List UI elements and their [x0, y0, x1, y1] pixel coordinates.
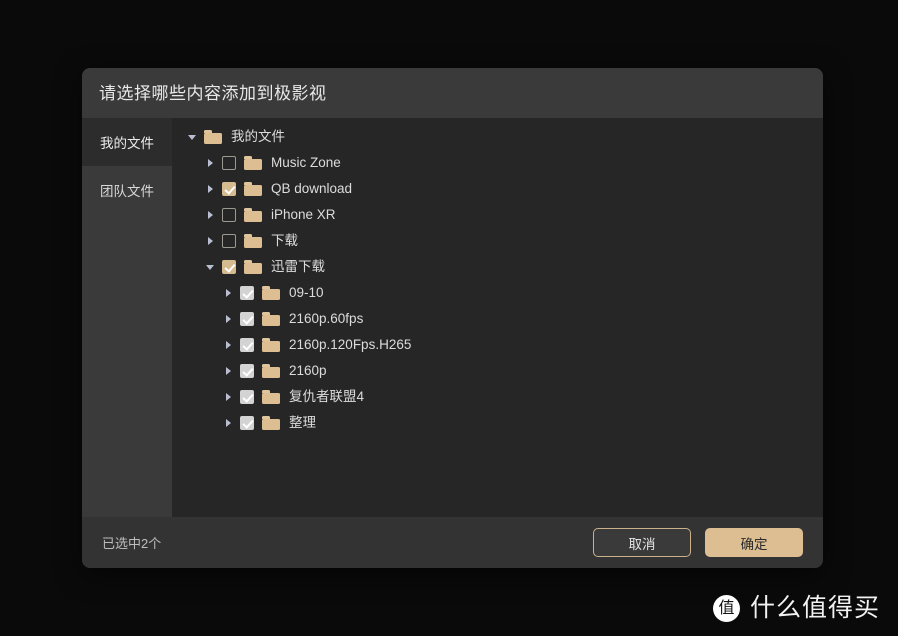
watermark: 值 什么值得买 — [712, 594, 880, 622]
chevron-right-icon[interactable] — [220, 415, 236, 431]
tree-item-label: 2160p.60fps — [289, 311, 364, 327]
folder-icon — [262, 390, 280, 404]
tree-row[interactable]: 我的文件 — [172, 124, 823, 150]
add-content-dialog: 请选择哪些内容添加到极影视 我的文件 团队文件 我的文件 Music Zone QB… — [82, 68, 823, 568]
sidebar-item-my-files[interactable]: 我的文件 — [82, 118, 172, 166]
folder-icon — [262, 312, 280, 326]
page-title: 请选择哪些内容添加到极影视 — [99, 83, 327, 103]
tree-row[interactable]: 复仇者联盟4 — [172, 384, 823, 410]
tree-item-label: 整理 — [289, 415, 316, 431]
folder-icon — [262, 416, 280, 430]
folder-icon — [244, 260, 262, 274]
tree-item-label: 09-10 — [289, 285, 324, 301]
tree-row[interactable]: 下载 — [172, 228, 823, 254]
checkbox[interactable] — [240, 312, 254, 326]
tree-row[interactable]: 迅雷下载 — [172, 254, 823, 280]
checkbox[interactable] — [222, 208, 236, 222]
tree-row[interactable]: QB download — [172, 176, 823, 202]
tree-item-label: 迅雷下载 — [271, 259, 325, 275]
checkbox[interactable] — [240, 286, 254, 300]
dialog-footer: 已选中2个 取消 确定 — [82, 517, 823, 568]
sidebar-item-label: 团队文件 — [100, 184, 154, 199]
chevron-down-icon[interactable] — [202, 259, 218, 275]
chevron-right-icon[interactable] — [220, 285, 236, 301]
tree-row[interactable]: 2160p.60fps — [172, 306, 823, 332]
tree-row[interactable]: 09-10 — [172, 280, 823, 306]
tree-item-label: 2160p — [289, 363, 327, 379]
selected-count-label: 已选中2个 — [102, 536, 162, 551]
chevron-right-icon[interactable] — [220, 311, 236, 327]
chevron-right-icon[interactable] — [202, 233, 218, 249]
tree-item-label: Music Zone — [271, 155, 341, 171]
folder-icon — [262, 286, 280, 300]
sidebar-item-label: 我的文件 — [100, 136, 154, 151]
tree-row[interactable]: 2160p — [172, 358, 823, 384]
cancel-button[interactable]: 取消 — [593, 528, 691, 557]
checkbox[interactable] — [222, 234, 236, 248]
tree-item-label: 2160p.120Fps.H265 — [289, 337, 412, 353]
checkbox[interactable] — [222, 182, 236, 196]
tree-item-label: 复仇者联盟4 — [289, 389, 365, 405]
tree-row[interactable]: iPhone XR — [172, 202, 823, 228]
confirm-button[interactable]: 确定 — [705, 528, 803, 557]
chevron-right-icon[interactable] — [202, 155, 218, 171]
checkbox[interactable] — [240, 364, 254, 378]
folder-icon — [244, 208, 262, 222]
folder-icon — [262, 364, 280, 378]
tree-item-label: 我的文件 — [231, 129, 285, 145]
sidebar-item-team-files[interactable]: 团队文件 — [82, 166, 172, 214]
checkbox[interactable] — [240, 416, 254, 430]
folder-icon — [262, 338, 280, 352]
chevron-right-icon[interactable] — [202, 181, 218, 197]
tree-row[interactable]: Music Zone — [172, 150, 823, 176]
tree-row[interactable]: 整理 — [172, 410, 823, 436]
folder-icon — [244, 182, 262, 196]
chevron-right-icon[interactable] — [202, 207, 218, 223]
dialog-header: 请选择哪些内容添加到极影视 — [82, 68, 823, 118]
checkbox[interactable] — [222, 260, 236, 274]
tree-row[interactable]: 2160p.120Fps.H265 — [172, 332, 823, 358]
checkbox[interactable] — [240, 390, 254, 404]
checkbox[interactable] — [240, 338, 254, 352]
watermark-text: 什么值得买 — [749, 594, 880, 622]
chevron-right-icon[interactable] — [220, 337, 236, 353]
folder-icon — [204, 130, 222, 144]
sidebar: 我的文件 团队文件 — [82, 118, 172, 517]
checkbox[interactable] — [222, 156, 236, 170]
folder-icon — [244, 234, 262, 248]
chevron-right-icon[interactable] — [220, 389, 236, 405]
smzdm-logo-icon: 值 — [712, 595, 740, 622]
tree-item-label: QB download — [271, 181, 353, 197]
tree-item-label: 下载 — [271, 233, 298, 249]
chevron-right-icon[interactable] — [220, 363, 236, 379]
chevron-down-icon[interactable] — [184, 129, 200, 145]
dialog-body: 我的文件 团队文件 我的文件 Music Zone QB download iPhon… — [82, 118, 823, 517]
tree-item-label: iPhone XR — [271, 207, 336, 223]
folder-icon — [244, 156, 262, 170]
folder-tree[interactable]: 我的文件 Music Zone QB download iPhone XR 下载迅雷下载… — [172, 118, 823, 517]
